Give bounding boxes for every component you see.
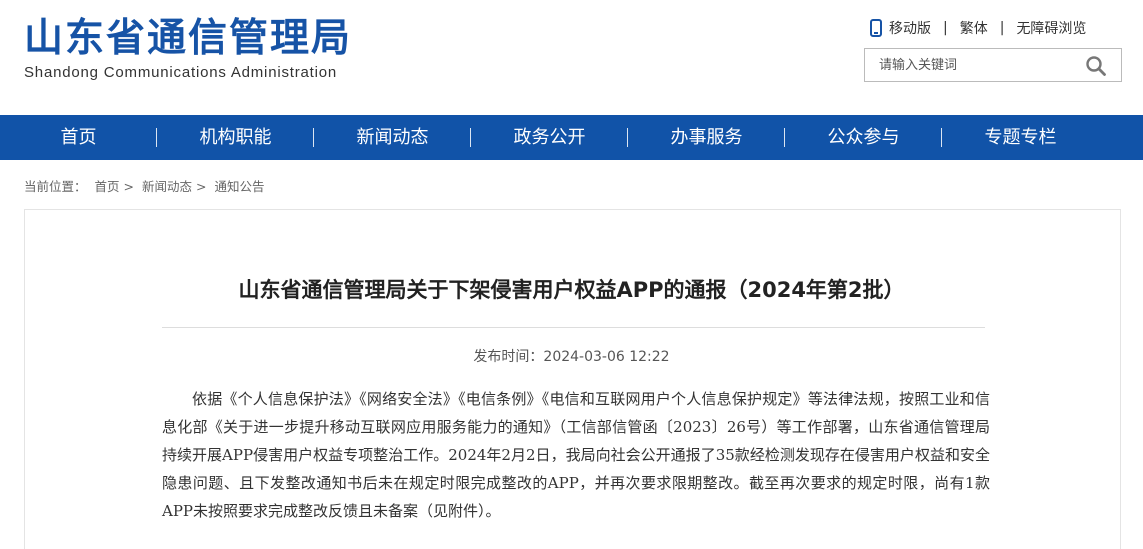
breadcrumb: 当前位置： 首页 > 新闻动态 > 通知公告 (24, 176, 264, 195)
nav-item-home[interactable]: 首页 (0, 115, 157, 160)
mobile-version-link[interactable]: 移动版 (889, 18, 931, 38)
nav-item-label: 专题专栏 (984, 127, 1057, 148)
publish-time: 发布时间：2024-03-06 12:22 (473, 349, 670, 365)
breadcrumb-separator: > (195, 179, 207, 194)
article-body: 依据《个人信息保护法》《网络安全法》《电信条例》《电信和互联网用户个人信息保护规… (162, 390, 990, 520)
breadcrumb-prefix: 当前位置： (24, 179, 87, 194)
search-box (864, 48, 1122, 82)
nav-item-services[interactable]: 办事服务 (628, 115, 785, 160)
nav-item-label: 政务公开 (513, 127, 586, 148)
article-title: 山东省通信管理局关于下架侵害用户权益APP的通报（2024年第2批） (238, 278, 905, 302)
title-divider (162, 327, 985, 328)
search-input[interactable] (865, 49, 1075, 81)
divider: | (943, 20, 948, 36)
nav-item-label: 新闻动态 (356, 127, 429, 148)
site-logo-english: Shandong Communications Administration (24, 64, 338, 81)
nav-item-special-topics[interactable]: 专题专栏 (942, 115, 1099, 160)
mobile-phone-icon (870, 19, 882, 37)
accessibility-link[interactable]: 无障碍浏览 (1016, 18, 1086, 38)
nav-item-label: 办事服务 (670, 127, 743, 148)
traditional-chinese-link[interactable]: 繁体 (960, 18, 988, 38)
nav-item-news[interactable]: 新闻动态 (314, 115, 471, 160)
breadcrumb-separator: > (123, 179, 134, 194)
main-nav: 首页 机构职能 新闻动态 政务公开 办事服务 公众参与 专题专栏 (0, 115, 1143, 160)
site-logo-chinese[interactable]: 山东省通信管理局 (24, 14, 352, 64)
nav-item-label: 机构职能 (199, 127, 272, 148)
breadcrumb-home[interactable]: 首页 (95, 179, 120, 194)
divider: | (999, 20, 1005, 36)
nav-item-public-participation[interactable]: 公众参与 (785, 115, 942, 160)
nav-item-functions[interactable]: 机构职能 (157, 115, 314, 160)
site-header: 山东省通信管理局 Shandong Communications Adminis… (0, 0, 1143, 115)
nav-item-label: 首页 (60, 127, 97, 148)
breadcrumb-notices[interactable]: 通知公告 (214, 179, 264, 194)
search-icon[interactable] (1085, 55, 1107, 77)
nav-item-label: 公众参与 (827, 127, 900, 148)
breadcrumb-news[interactable]: 新闻动态 (142, 179, 192, 194)
nav-item-government-affairs[interactable]: 政务公开 (471, 115, 628, 160)
top-links: 移动版 | 繁体 | 无障碍浏览 (870, 16, 1086, 40)
